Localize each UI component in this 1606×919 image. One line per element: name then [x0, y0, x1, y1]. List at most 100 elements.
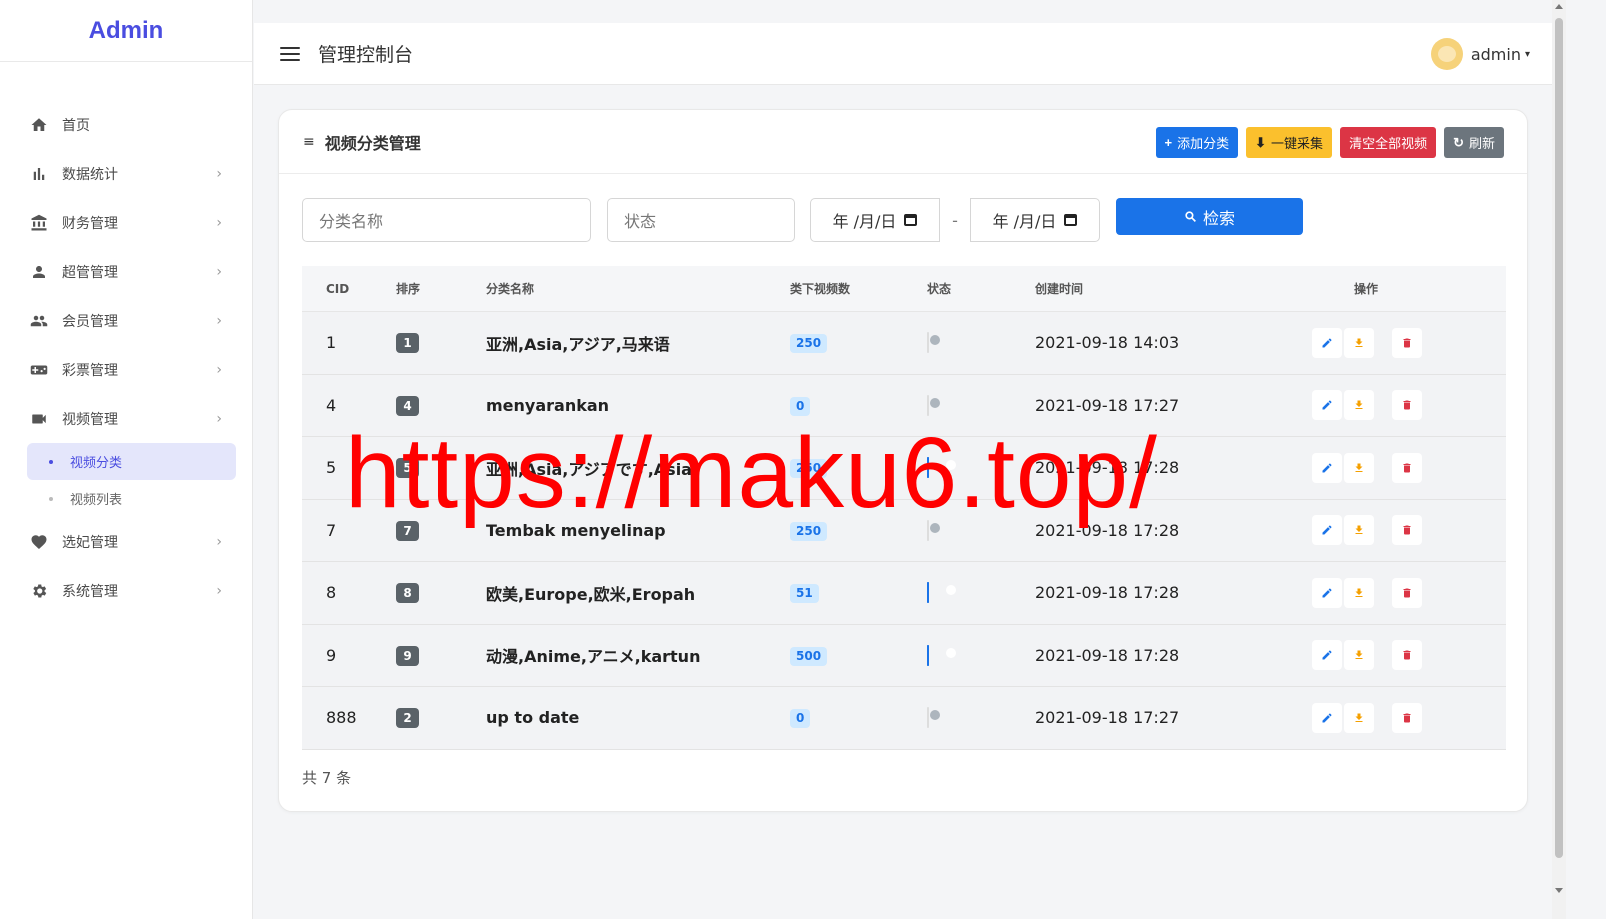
category-name-input[interactable]: 分类名称 — [302, 198, 591, 242]
sidebar-item-members[interactable]: 会员管理 › — [0, 296, 252, 345]
scrollbar[interactable] — [1552, 0, 1566, 919]
col-rank[interactable]: 排序 — [396, 280, 486, 297]
cell-count: 500 — [790, 645, 927, 666]
cell-cid: 9 — [326, 645, 337, 665]
sidebar-item-video[interactable]: 视频管理 › — [0, 394, 252, 443]
brand-title[interactable]: Admin — [89, 17, 164, 45]
video-count-badge: 0 — [790, 709, 811, 729]
download-button[interactable] — [1344, 327, 1374, 358]
delete-button[interactable] — [1392, 640, 1422, 671]
status-toggle[interactable] — [927, 394, 929, 416]
sidebar-nav: 首页 数据统计 › 财务管理 › 超管管理 › 会员管理 › 彩票管理 › 视频… — [0, 62, 252, 615]
avatar[interactable] — [1430, 38, 1463, 70]
col-count[interactable]: 类下视频数 — [790, 280, 927, 297]
scroll-down-icon[interactable] — [1555, 888, 1563, 893]
category-table: CID 排序 分类名称 类下视频数 状态 创建时间 操作 1 1 亚洲,Asia… — [302, 266, 1506, 750]
menu-toggle-icon[interactable] — [280, 44, 300, 64]
cell-rank: 9 — [396, 645, 486, 666]
download-button[interactable] — [1344, 452, 1374, 483]
refresh-button[interactable]: ↻ 刷新 — [1444, 127, 1504, 158]
cell-actions — [1285, 640, 1506, 671]
edit-button[interactable] — [1312, 640, 1342, 671]
status-select[interactable]: 状态 — [607, 198, 795, 242]
delete-button[interactable] — [1392, 515, 1422, 546]
cell-rank: 8 — [396, 582, 486, 604]
download-button[interactable] — [1344, 702, 1374, 733]
add-category-button[interactable]: + 添加分类 — [1155, 127, 1239, 158]
cell-name: up to date — [486, 708, 580, 728]
col-status[interactable]: 状态 — [927, 280, 1035, 297]
delete-button[interactable] — [1392, 452, 1422, 483]
delete-button[interactable] — [1392, 577, 1422, 608]
bullet-icon — [49, 459, 53, 464]
download-button[interactable] — [1344, 390, 1374, 421]
edit-button[interactable] — [1312, 390, 1342, 421]
edit-button[interactable] — [1312, 515, 1342, 546]
pencil-icon — [1322, 713, 1332, 723]
sidebar-item-system[interactable]: 系统管理 › — [0, 566, 252, 615]
clear-videos-button[interactable]: 清空全部视频 — [1340, 127, 1437, 158]
sidebar-subitem-video-list[interactable]: 视频列表 — [27, 480, 236, 517]
edit-button[interactable] — [1312, 702, 1342, 733]
download-icon — [1355, 463, 1363, 472]
user-menu[interactable]: admin ▾ — [1430, 38, 1530, 70]
calendar-icon[interactable] — [1064, 214, 1078, 226]
search-button[interactable]: 检索 — [1116, 198, 1303, 235]
chevron-right-icon: › — [216, 214, 222, 231]
cell-rank: 5 — [396, 457, 486, 479]
col-created[interactable]: 创建时间 — [1035, 280, 1285, 297]
sidebar-item-finance[interactable]: 财务管理 › — [0, 198, 252, 247]
scroll-up-icon[interactable] — [1555, 4, 1563, 9]
rank-badge: 2 — [396, 708, 419, 729]
date-start-input[interactable]: 年 /月/日 — [811, 208, 939, 232]
sidebar-item-concubine[interactable]: 选妃管理 › — [0, 517, 252, 566]
user-icon — [30, 263, 48, 281]
video-count-badge: 250 — [790, 521, 828, 541]
clear-videos-label: 清空全部视频 — [1349, 136, 1428, 151]
col-cid[interactable]: CID — [302, 282, 396, 296]
table-row: 9 9 动漫,Anime,アニメ,kartun 500 2021-09-18 1… — [302, 624, 1506, 687]
toolbar: + 添加分类 ⬇ 一键采集 清空全部视频 ↻ 刷新 — [1155, 127, 1504, 158]
cell-name: 动漫,Anime,アニメ,kartun — [486, 647, 701, 667]
status-toggle[interactable] — [927, 707, 929, 729]
status-toggle[interactable] — [927, 582, 929, 604]
cell-status — [927, 394, 1035, 416]
status-toggle[interactable] — [927, 519, 929, 541]
users-icon — [30, 312, 48, 330]
download-button[interactable] — [1344, 640, 1374, 671]
cell-created: 2021-09-18 17:28 — [1035, 645, 1180, 665]
edit-button[interactable] — [1312, 327, 1342, 358]
delete-button[interactable] — [1392, 702, 1422, 733]
sidebar-item-stats[interactable]: 数据统计 › — [0, 149, 252, 198]
delete-button[interactable] — [1392, 390, 1422, 421]
cell-cid: 8 — [326, 583, 337, 603]
scrollbar-thumb[interactable] — [1555, 18, 1563, 858]
download-button[interactable] — [1344, 515, 1374, 546]
sidebar-item-label: 视频管理 — [62, 411, 118, 428]
edit-button[interactable] — [1312, 577, 1342, 608]
sidebar-item-lottery[interactable]: 彩票管理 › — [0, 345, 252, 394]
table-row: 888 2 up to date 0 2021-09-18 17:27 — [302, 687, 1506, 750]
collect-button[interactable]: ⬇ 一键采集 — [1246, 127, 1333, 158]
sidebar-subitem-video-category[interactable]: 视频分类 — [27, 443, 236, 480]
status-toggle[interactable] — [927, 457, 929, 479]
download-button[interactable] — [1344, 577, 1374, 608]
delete-button[interactable] — [1392, 327, 1422, 358]
date-start-value: 年 /月/日 — [832, 212, 897, 231]
date-end-input[interactable]: 年 /月/日 — [971, 208, 1099, 232]
cell-created: 2021-09-18 17:27 — [1035, 395, 1180, 415]
calendar-icon[interactable] — [904, 214, 918, 226]
cell-count: 250 — [790, 332, 927, 354]
col-name[interactable]: 分类名称 — [486, 280, 790, 297]
status-toggle[interactable] — [927, 644, 929, 666]
plus-icon: + — [1164, 135, 1173, 150]
user-name[interactable]: admin — [1471, 45, 1521, 64]
status-toggle[interactable] — [927, 332, 929, 354]
edit-button[interactable] — [1312, 452, 1342, 483]
brand[interactable]: Admin — [0, 0, 252, 62]
caret-down-icon[interactable]: ▾ — [1525, 49, 1530, 60]
sidebar-item-superadmin[interactable]: 超管管理 › — [0, 247, 252, 296]
cell-name: Tembak menyelinap — [486, 520, 666, 540]
trash-icon — [1403, 463, 1411, 473]
sidebar-item-home[interactable]: 首页 — [0, 100, 252, 149]
